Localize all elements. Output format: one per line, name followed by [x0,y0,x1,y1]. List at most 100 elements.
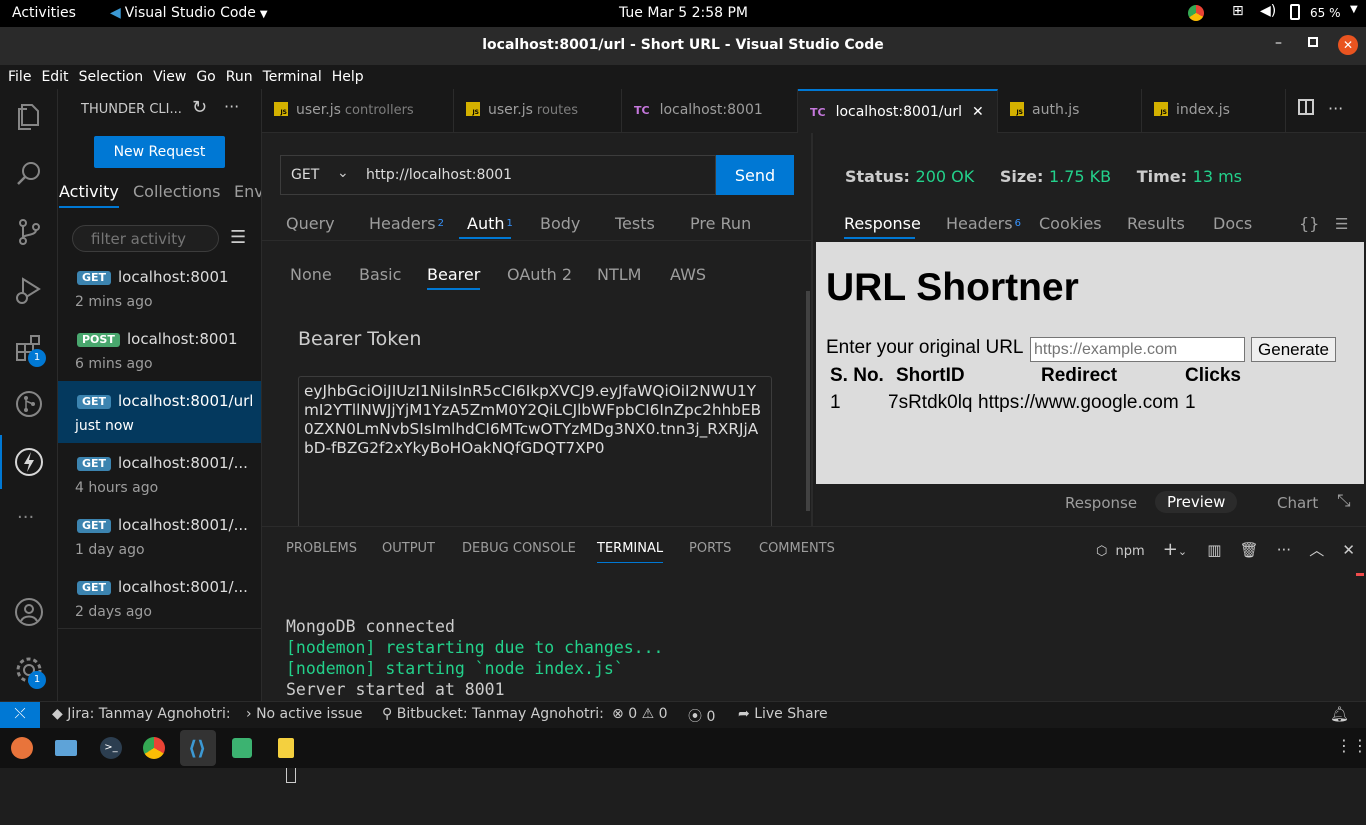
run-debug-icon[interactable] [14,275,44,305]
terminal-output[interactable]: MongoDB connected [nodemon] restarting du… [286,574,664,825]
tab-user-routes[interactable]: user.jsroutes [454,89,622,133]
tab-collections[interactable]: Collections [133,182,220,201]
menu-edit[interactable]: Edit [41,65,68,89]
filter-activity-input[interactable] [72,225,219,252]
view-chart[interactable]: Chart [1277,494,1318,512]
live-share-button[interactable]: ➦ Live Share [738,706,828,722]
menu-lines-icon[interactable]: ☰ [1335,213,1348,235]
history-item[interactable]: GET localhost:8001 2 mins ago [58,257,261,319]
problems-status[interactable]: ⊗ 0 ⚠ 0 [612,706,668,722]
jira-issue[interactable]: › No active issue [246,706,363,722]
close-icon[interactable]: ✕ [1338,35,1358,55]
settings-icon[interactable]: 1 [14,655,46,689]
auth-none[interactable]: None [290,265,332,284]
system-menu-icon[interactable]: ▼ [1350,4,1358,15]
files-icon[interactable] [55,740,77,756]
new-terminal-icon[interactable]: + [1163,539,1178,560]
firefox-icon[interactable] [11,737,33,759]
more-actions-icon[interactable]: ··· [224,97,239,116]
thunder-client-icon[interactable] [14,447,44,477]
history-item[interactable]: GET localhost:8001/... 1 day ago [58,505,261,567]
menu-run[interactable]: Run [226,65,253,89]
split-terminal-icon[interactable]: ▥ [1207,541,1221,559]
shell-name[interactable]: npm [1116,544,1145,559]
maximize-panel-icon[interactable]: ︿ [1309,541,1324,559]
extensions-icon[interactable]: 1 [14,333,46,367]
activities-button[interactable]: Activities [12,5,76,21]
history-item[interactable]: GET localhost:8001/... 2 days ago [58,567,261,629]
tab-response-headers[interactable]: Headers 6 [946,213,1021,235]
account-icon[interactable] [14,597,44,627]
url-input[interactable] [358,155,716,195]
auth-ntlm[interactable]: NTLM [597,265,641,284]
menu-help[interactable]: Help [332,65,364,89]
maximize-icon[interactable] [1308,37,1318,47]
vscode-dock-item[interactable]: ⟨⟩ [180,730,216,766]
remote-icon[interactable]: ⤬ [0,702,40,728]
chevron-down-icon[interactable]: ⌄ [1178,545,1187,558]
chrome-icon[interactable] [143,737,165,759]
tab-ports[interactable]: PORTS [689,541,731,556]
tab-body[interactable]: Body [540,213,580,235]
menu-view[interactable]: View [153,65,186,89]
scrollbar[interactable] [806,291,810,511]
minimize-icon[interactable]: – [1275,35,1282,51]
tab-terminal[interactable]: TERMINAL [597,541,664,563]
bell-icon[interactable]: 🔔︎ [1330,705,1349,723]
tab-localhost-8001-url[interactable]: TC localhost:8001/url ✕ [798,89,998,133]
auth-basic[interactable]: Basic [359,265,401,284]
refresh-icon[interactable]: ↻ [192,97,207,118]
filter-menu-icon[interactable]: ☰ [230,227,246,248]
source-control-icon[interactable] [14,217,44,247]
tab-user-controllers[interactable]: user.jscontrollers [262,89,454,133]
tab-auth[interactable]: Auth 1 [467,213,513,235]
terminal-more-icon[interactable]: ··· [1277,541,1291,559]
app-grid-icon[interactable]: ⋮⋮⋮ [1336,736,1366,755]
history-item[interactable]: GET localhost:8001/url just now [58,381,261,443]
more-icon[interactable]: ··· [17,507,34,528]
method-select[interactable]: GET ⌄ [280,155,359,195]
git-graph-icon[interactable] [14,389,44,419]
volume-icon[interactable]: ◀) [1260,3,1276,19]
editor-more-icon[interactable]: ··· [1328,99,1343,118]
history-item[interactable]: POST localhost:8001 6 mins ago [58,319,261,381]
tab-index-js[interactable]: index.js [1142,89,1286,133]
braces-icon[interactable]: {} [1299,213,1319,235]
trash-icon[interactable]: 🗑 [1240,541,1259,559]
bitbucket-status[interactable]: ⚲ Bitbucket: Tanmay Agnohotri: [382,706,604,722]
tab-results[interactable]: Results [1127,213,1185,235]
tab-cookies[interactable]: Cookies [1039,213,1102,235]
tab-headers[interactable]: Headers 2 [369,213,444,235]
tab-auth-js[interactable]: auth.js [998,89,1142,133]
auth-bearer[interactable]: Bearer [427,265,481,290]
tab-env[interactable]: Env [234,182,261,201]
menu-terminal[interactable]: Terminal [263,65,322,89]
new-request-button[interactable]: New Request [94,136,225,168]
preview-url-input[interactable] [1030,337,1245,362]
tab-response[interactable]: Response [844,213,921,235]
chat-app-icon[interactable] [232,738,252,758]
tab-query[interactable]: Query [286,213,335,235]
bearer-token-input[interactable]: eyJhbGciOiJIUzI1NiIsInR5cCI6IkpXVCJ9.eyJ… [298,376,772,526]
menu-file[interactable]: File [8,65,31,89]
chrome-icon[interactable] [1188,5,1204,21]
tab-docs[interactable]: Docs [1213,213,1252,235]
menu-go[interactable]: Go [196,65,215,89]
terminal-app-icon[interactable]: >_ [100,737,122,759]
explorer-icon[interactable] [14,101,44,131]
tab-pre-run[interactable]: Pre Run [690,213,751,235]
clock[interactable]: Tue Mar 5 2:58 PM [619,5,748,21]
ports-status[interactable]: ⦿ 0 [688,706,715,726]
tab-output[interactable]: OUTPUT [382,541,435,556]
tab-debug-console[interactable]: DEBUG CONSOLE [462,541,576,556]
tab-activity[interactable]: Activity [59,182,119,208]
jira-status[interactable]: ◆ Jira: Tanmay Agnohotri: [52,706,231,722]
auth-aws[interactable]: AWS [670,265,706,284]
split-editor-icon[interactable] [1298,99,1314,115]
expand-icon[interactable]: ⤡ [1337,491,1351,511]
view-response[interactable]: Response [1065,494,1137,512]
network-icon[interactable]: ⊞ [1232,3,1244,19]
tab-problems[interactable]: PROBLEMS [286,541,357,556]
battery-icon[interactable] [1290,4,1300,20]
history-item[interactable]: GET localhost:8001/... 4 hours ago [58,443,261,505]
